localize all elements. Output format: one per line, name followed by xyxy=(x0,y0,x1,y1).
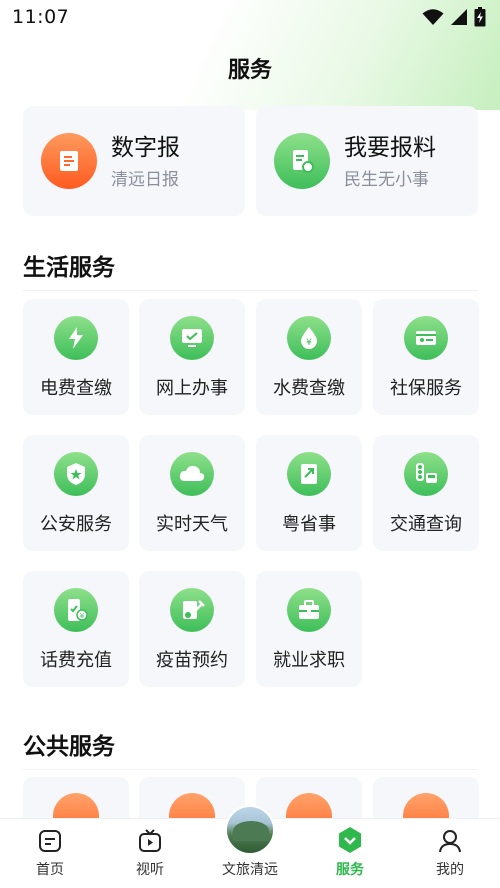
vaccine-icon xyxy=(170,588,214,632)
service-icon xyxy=(339,827,361,853)
tab-label: 视听 xyxy=(136,862,164,878)
tab-culture-tourism[interactable]: 文旅清远 xyxy=(200,805,300,888)
report-icon xyxy=(274,133,330,189)
feature-subtitle: 民生无小事 xyxy=(344,169,429,190)
service-tile-yue-sheng-shi[interactable]: 粤省事 xyxy=(256,435,362,551)
tab-service[interactable]: 服务 xyxy=(300,819,400,888)
profile-icon xyxy=(439,830,461,853)
yue-sheng-shi-icon xyxy=(287,452,331,496)
electricity-bill-icon xyxy=(54,316,98,360)
section-title-public-services: 公共服务 xyxy=(23,734,115,760)
tab-home[interactable]: 首页 xyxy=(0,819,100,888)
tile-label: 交通查询 xyxy=(390,514,462,535)
cell-signal-icon xyxy=(451,9,467,25)
tile-label: 粤省事 xyxy=(282,514,336,535)
tile-label: 话费充值 xyxy=(40,650,112,671)
tile-label: 电费查缴 xyxy=(40,378,112,399)
tile-label: 网上办事 xyxy=(156,378,228,399)
tab-label: 首页 xyxy=(36,862,64,878)
tile-label: 社保服务 xyxy=(390,378,462,399)
svg-text:¥: ¥ xyxy=(306,338,312,348)
tv-icon xyxy=(139,829,161,852)
service-tile-vaccine[interactable]: 疫苗预约 xyxy=(139,571,245,687)
status-bar: 11:07 xyxy=(0,0,500,34)
tab-label: 我的 xyxy=(436,862,464,878)
newspaper-icon xyxy=(41,133,97,189)
landscape-photo-icon xyxy=(225,805,275,855)
feature-title: 数字报 xyxy=(111,134,180,161)
social-security-card-icon xyxy=(404,316,448,360)
service-tile-police[interactable]: 公安服务 xyxy=(23,435,129,551)
service-tile-employment[interactable]: 就业求职 xyxy=(256,571,362,687)
service-tile-water[interactable]: ¥ 水费查缴 xyxy=(256,299,362,415)
tab-audiovisual[interactable]: 视听 xyxy=(100,819,200,888)
service-tile-weather[interactable]: 实时天气 xyxy=(139,435,245,551)
bottom-tab-bar: 首页 视听 文旅清远 服务 我的 xyxy=(0,805,500,888)
wifi-icon xyxy=(422,9,444,25)
weather-cloud-icon xyxy=(170,452,214,496)
section-divider xyxy=(23,769,478,770)
police-shield-icon xyxy=(54,452,98,496)
feature-subtitle: 清远日报 xyxy=(111,169,179,190)
battery-icon xyxy=(474,7,486,27)
traffic-light-icon xyxy=(404,452,448,496)
tab-label: 文旅清远 xyxy=(222,862,278,878)
feature-title: 我要报料 xyxy=(344,134,436,161)
water-bill-icon: ¥ xyxy=(287,316,331,360)
service-tile-traffic[interactable]: 交通查询 xyxy=(373,435,479,551)
status-time: 11:07 xyxy=(12,6,70,28)
home-icon xyxy=(39,830,61,852)
tab-profile[interactable]: 我的 xyxy=(400,819,500,888)
tile-label: 实时天气 xyxy=(156,514,228,535)
service-tile-social-security[interactable]: 社保服务 xyxy=(373,299,479,415)
tile-label: 就业求职 xyxy=(273,650,345,671)
status-icons xyxy=(422,7,486,27)
briefcase-icon xyxy=(287,588,331,632)
phone-recharge-icon: ¥ xyxy=(54,588,98,632)
section-title-life-services: 生活服务 xyxy=(23,255,115,281)
service-tile-online-affairs[interactable]: 网上办事 xyxy=(139,299,245,415)
service-tile-phone-recharge[interactable]: ¥ 话费充值 xyxy=(23,571,129,687)
section-divider xyxy=(23,290,478,291)
report-news-card[interactable]: 我要报料 民生无小事 xyxy=(256,106,478,216)
digital-newspaper-card[interactable]: 数字报 清远日报 xyxy=(23,106,245,216)
svg-text:¥: ¥ xyxy=(80,612,85,620)
tile-label: 疫苗预约 xyxy=(156,650,228,671)
tile-label: 水费查缴 xyxy=(273,378,345,399)
tab-label: 服务 xyxy=(336,862,364,878)
service-tile-electricity[interactable]: 电费查缴 xyxy=(23,299,129,415)
online-affairs-icon xyxy=(170,316,214,360)
page-title: 服务 xyxy=(227,58,272,83)
tile-label: 公安服务 xyxy=(40,514,112,535)
